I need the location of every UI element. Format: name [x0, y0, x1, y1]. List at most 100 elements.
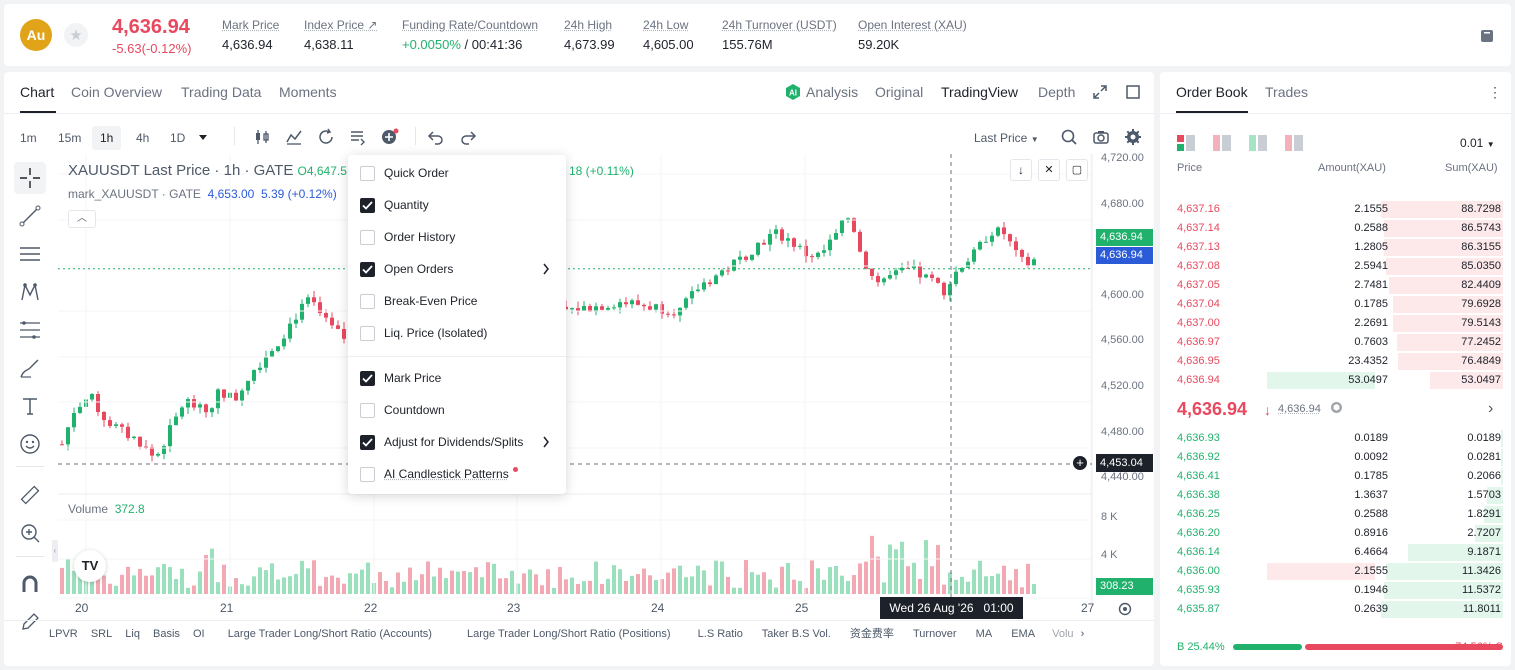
undo-icon[interactable]: [427, 128, 445, 146]
settings-add-icon[interactable]: [381, 128, 399, 146]
menu-item-ai-patterns[interactable]: AI Candlestick Patterns: [360, 462, 556, 486]
bid-row[interactable]: 4,635.87 0.2639 11.8011: [1160, 600, 1511, 619]
bid-row[interactable]: 4,636.38 1.3637 1.5703: [1160, 486, 1511, 505]
menu-item-liq-price[interactable]: Liq. Price (Isolated): [360, 321, 556, 345]
menu-item-quick-order[interactable]: Quick Order: [360, 161, 556, 185]
ask-row[interactable]: 4,637.14 0.2588 86.5743: [1160, 219, 1511, 238]
stat-index-price[interactable]: Index Price ↗ 4,638.11: [304, 18, 377, 52]
ask-row[interactable]: 4,637.08 2.5941 85.0350: [1160, 257, 1511, 276]
more-options-icon[interactable]: ⋮: [1488, 84, 1502, 101]
indicator-lt-positions[interactable]: Large Trader Long/Short Ratio (Positions…: [467, 628, 671, 640]
view-analysis[interactable]: Analysis: [806, 84, 858, 100]
indicator-lt-accounts[interactable]: Large Trader Long/Short Ratio (Accounts): [228, 628, 432, 640]
timeframe-4h[interactable]: 4h: [128, 126, 157, 150]
measure-tool[interactable]: [14, 479, 46, 511]
book-asks-icon[interactable]: [1213, 135, 1231, 151]
tradingview-logo[interactable]: TV: [74, 550, 106, 582]
menu-item-open-orders[interactable]: Open Orders: [360, 257, 556, 281]
axis-settings-icon[interactable]: [1117, 601, 1133, 617]
expand-icon[interactable]: [1093, 85, 1107, 99]
trend-line-tool[interactable]: [14, 200, 46, 232]
precision-select[interactable]: 0.01 ▼: [1460, 136, 1495, 150]
indicator-lpvr[interactable]: LPVR: [49, 628, 78, 640]
indicators-icon[interactable]: [285, 128, 303, 146]
timeframe-1h[interactable]: 1h: [92, 126, 122, 150]
favorite-star-icon[interactable]: ★: [64, 23, 88, 47]
templates-icon[interactable]: [349, 128, 367, 146]
bid-row[interactable]: 4,635.93 0.1946 11.5372: [1160, 581, 1511, 600]
stat-mark-price[interactable]: Mark Price 4,636.94: [222, 18, 279, 52]
ask-row[interactable]: 4,636.94 53.0497 53.0497: [1160, 371, 1511, 390]
ask-row[interactable]: 4,637.05 2.7481 82.4409: [1160, 276, 1511, 295]
indicator-volume[interactable]: Volu: [1052, 628, 1073, 640]
bid-row[interactable]: 4,636.92 0.0092 0.0281: [1160, 448, 1511, 467]
text-tool[interactable]: [14, 390, 46, 422]
view-tradingview[interactable]: TradingView: [941, 84, 1018, 100]
refresh-icon[interactable]: [317, 128, 335, 146]
indicator-funding-rate[interactable]: 资金费率: [850, 628, 894, 640]
indicator-ma[interactable]: MA: [976, 628, 993, 640]
menu-item-quantity[interactable]: Quantity: [360, 193, 556, 217]
price-type-select[interactable]: Last Price ▼: [974, 126, 1039, 150]
horizontal-lines-tool[interactable]: [14, 238, 46, 270]
tab-moments[interactable]: Moments: [279, 84, 337, 100]
add-order-icon[interactable]: +: [1072, 455, 1088, 471]
bid-row[interactable]: 4,636.14 6.4664 9.1871: [1160, 543, 1511, 562]
indicator-basis[interactable]: Basis: [153, 628, 180, 640]
crosshair-tool[interactable]: [14, 162, 46, 194]
indicator-oi[interactable]: OI: [193, 628, 205, 640]
price-chart[interactable]: [58, 154, 1098, 666]
chevron-right-icon[interactable]: ›: [1488, 400, 1493, 418]
fullscreen-icon[interactable]: ▢: [1066, 159, 1088, 181]
ask-row[interactable]: 4,637.13 1.2805 86.3155: [1160, 238, 1511, 257]
tab-order-book[interactable]: Order Book: [1176, 84, 1248, 100]
tab-trading-data[interactable]: Trading Data: [181, 84, 261, 100]
tab-trades[interactable]: Trades: [1265, 84, 1308, 100]
stat-24h-high[interactable]: 24h High 4,673.99: [564, 18, 615, 52]
ask-row[interactable]: 4,636.97 0.7603 77.2452: [1160, 333, 1511, 352]
stat-open-interest[interactable]: Open Interest (XAU) 59.20K: [858, 18, 967, 52]
timeframe-1d[interactable]: 1D: [162, 126, 193, 150]
pattern-tool[interactable]: [14, 276, 46, 308]
ask-row[interactable]: 4,637.04 0.1785 79.6928: [1160, 295, 1511, 314]
ask-row[interactable]: 4,637.16 2.1555 88.7298: [1160, 200, 1511, 219]
view-depth[interactable]: Depth: [1038, 84, 1075, 100]
bid-row[interactable]: 4,636.25 0.2588 1.8291: [1160, 505, 1511, 524]
brush-tool[interactable]: [14, 352, 46, 384]
menu-item-countdown[interactable]: Countdown: [360, 398, 556, 422]
timeframe-15m[interactable]: 15m: [50, 126, 89, 150]
window-icon[interactable]: [1126, 85, 1140, 99]
indicator-srl[interactable]: SRL: [91, 628, 112, 640]
book-both-icon[interactable]: [1177, 135, 1195, 151]
stat-24h-low[interactable]: 24h Low 4,605.00: [643, 18, 694, 52]
menu-item-adjust-dividends[interactable]: Adjust for Dividends/Splits: [360, 430, 556, 454]
indicator-taker-vol[interactable]: Taker B.S Vol.: [762, 628, 831, 640]
magnet-tool[interactable]: [14, 568, 46, 600]
arrow-down-icon[interactable]: ↓: [1010, 159, 1032, 181]
camera-icon[interactable]: [1092, 128, 1110, 146]
chevron-left-icon[interactable]: ‹: [52, 540, 58, 562]
indicator-ema[interactable]: EMA: [1011, 628, 1035, 640]
chevron-down-icon[interactable]: [198, 134, 208, 142]
book-bids-icon[interactable]: [1249, 135, 1267, 151]
chevron-right-icon[interactable]: ›: [1081, 628, 1085, 640]
menu-item-mark-price[interactable]: Mark Price: [360, 366, 556, 390]
fib-tool[interactable]: [14, 314, 46, 346]
bid-row[interactable]: 4,636.00 2.1555 11.3426: [1160, 562, 1511, 581]
indicator-ls-ratio[interactable]: L.S Ratio: [698, 628, 743, 640]
collapse-icon[interactable]: ✕: [1038, 159, 1060, 181]
redo-icon[interactable]: [459, 128, 477, 146]
ask-row[interactable]: 4,637.00 2.2691 79.5143: [1160, 314, 1511, 333]
bid-row[interactable]: 4,636.20 0.8916 2.7207: [1160, 524, 1511, 543]
notebook-icon[interactable]: [1480, 29, 1494, 43]
menu-item-break-even[interactable]: Break-Even Price: [360, 289, 556, 313]
stat-funding-rate[interactable]: Funding Rate/Countdown +0.0050% / 00:41:…: [402, 18, 538, 52]
gear-icon[interactable]: [1124, 128, 1142, 146]
tab-chart[interactable]: Chart: [20, 84, 54, 100]
tab-coin-overview[interactable]: Coin Overview: [71, 84, 162, 100]
ask-row[interactable]: 4,636.95 23.4352 76.4849: [1160, 352, 1511, 371]
search-icon[interactable]: [1060, 128, 1078, 146]
bid-row[interactable]: 4,636.41 0.1785 0.2066: [1160, 467, 1511, 486]
timeframe-1m[interactable]: 1m: [12, 126, 45, 150]
emoji-tool[interactable]: [14, 428, 46, 460]
